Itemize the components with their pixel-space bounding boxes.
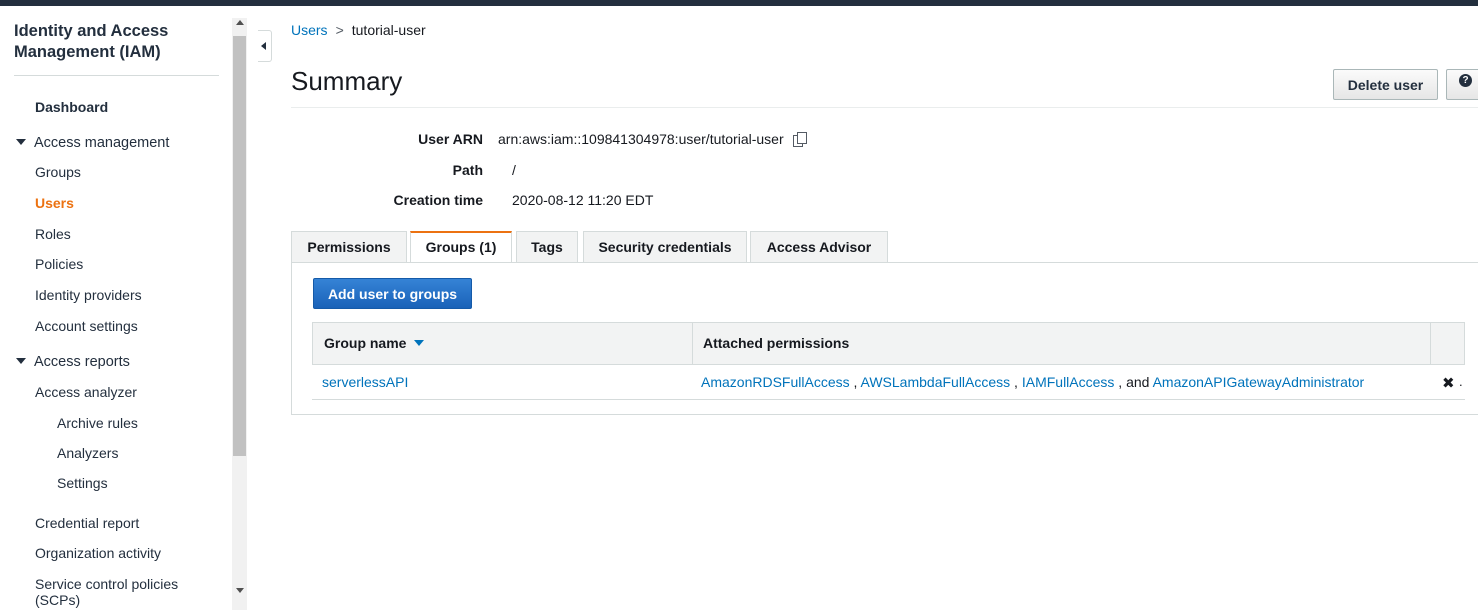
sidebar-title[interactable]: Identity and Access Management (IAM): [14, 21, 214, 63]
group-name-link[interactable]: serverlessAPI: [322, 365, 408, 400]
overflow-dot: .: [1459, 374, 1463, 389]
path-label: Path: [452, 162, 483, 178]
policy-link[interactable]: IAMFullAccess: [1022, 374, 1115, 390]
column-divider: [692, 323, 693, 364]
policy-link[interactable]: AWSLambdaFullAccess: [861, 374, 1011, 390]
question-circle-icon: ?: [1459, 74, 1472, 87]
tab-access-advisor[interactable]: Access Advisor: [750, 231, 888, 262]
list-separator: , and: [1114, 374, 1153, 390]
tab-groups[interactable]: Groups (1): [410, 231, 512, 263]
sidebar-item-archive-rules[interactable]: Archive rules: [57, 415, 138, 431]
chevron-right-icon: >: [335, 22, 344, 38]
column-header-group-name[interactable]: Group name: [324, 323, 425, 364]
add-user-to-groups-button[interactable]: Add user to groups: [313, 278, 472, 309]
column-header-label: Group name: [324, 335, 407, 351]
user-arn-text: arn:aws:iam::109841304978:user/tutorial-…: [498, 131, 784, 147]
sidebar-item-scps[interactable]: Service control policies (SCPs): [35, 576, 205, 608]
page-title: Summary: [291, 66, 403, 96]
sidebar-scroll-thumb[interactable]: [233, 36, 246, 456]
path-value: /: [512, 162, 516, 178]
scroll-down-arrow-icon[interactable]: [236, 588, 244, 593]
help-button[interactable]: ?: [1446, 69, 1478, 100]
sidebar-section-label: Access reports: [34, 354, 130, 370]
title-divider: [291, 107, 1478, 108]
sidebar-item-analyzers[interactable]: Analyzers: [57, 445, 118, 461]
sidebar-nav: Identity and Access Management (IAM) Das…: [0, 6, 232, 610]
collapse-sidebar-button[interactable]: [258, 30, 272, 62]
breadcrumb-current: tutorial-user: [351, 22, 426, 38]
policy-link[interactable]: AmazonRDSFullAccess: [701, 374, 850, 390]
breadcrumb-users-link[interactable]: Users: [291, 22, 328, 38]
user-arn-label: User ARN: [418, 131, 483, 147]
group-name-text[interactable]: serverlessAPI: [322, 374, 408, 390]
sidebar-item-users[interactable]: Users: [35, 195, 74, 211]
sidebar-section-access-reports[interactable]: Access reports: [16, 354, 130, 370]
sidebar-item-dashboard[interactable]: Dashboard: [35, 99, 108, 115]
caret-down-icon: [16, 139, 26, 146]
sidebar-section-label: Access management: [34, 135, 170, 151]
sidebar-item-identity-providers[interactable]: Identity providers: [35, 287, 142, 303]
user-arn-value: arn:aws:iam::109841304978:user/tutorial-…: [498, 131, 807, 147]
sidebar-item-credential-report[interactable]: Credential report: [35, 515, 139, 531]
sidebar-item-settings[interactable]: Settings: [57, 475, 108, 491]
table-header: Group name Attached permissions: [312, 322, 1465, 365]
sidebar-item-access-analyzer[interactable]: Access analyzer: [35, 384, 137, 400]
sidebar-item-organization-activity[interactable]: Organization activity: [35, 545, 161, 561]
policy-link[interactable]: AmazonAPIGatewayAdministrator: [1153, 374, 1365, 390]
sidebar-item-groups[interactable]: Groups: [35, 164, 81, 180]
creation-time-label: Creation time: [393, 192, 483, 208]
breadcrumb: Users > tutorial-user: [291, 22, 426, 38]
list-separator: ,: [849, 374, 861, 390]
sidebar-item-policies[interactable]: Policies: [35, 256, 83, 272]
delete-user-button[interactable]: Delete user: [1333, 69, 1438, 100]
tab-tags[interactable]: Tags: [516, 231, 578, 262]
column-header-attached-permissions: Attached permissions: [703, 335, 850, 351]
attached-permissions-cell: AmazonRDSFullAccess , AWSLambdaFullAcces…: [701, 365, 1364, 400]
sidebar-divider: [14, 75, 219, 76]
tab-security-credentials[interactable]: Security credentials: [583, 231, 747, 262]
caret-down-icon: [16, 358, 26, 365]
table-row: serverlessAPI AmazonRDSFullAccess , AWSL…: [312, 365, 1465, 400]
column-divider: [1430, 323, 1431, 364]
tab-permissions[interactable]: Permissions: [291, 231, 407, 262]
creation-time-value: 2020-08-12 11:20 EDT: [512, 192, 654, 208]
remove-from-group-icon[interactable]: ✖: [1442, 374, 1455, 392]
list-separator: ,: [1010, 374, 1022, 390]
sidebar-item-roles[interactable]: Roles: [35, 226, 71, 242]
scroll-up-arrow-icon[interactable]: [236, 20, 244, 25]
sidebar-section-access-management[interactable]: Access management: [16, 135, 169, 151]
sort-down-icon[interactable]: [414, 340, 425, 347]
copy-icon[interactable]: [792, 132, 807, 147]
sidebar-item-account-settings[interactable]: Account settings: [35, 318, 138, 334]
